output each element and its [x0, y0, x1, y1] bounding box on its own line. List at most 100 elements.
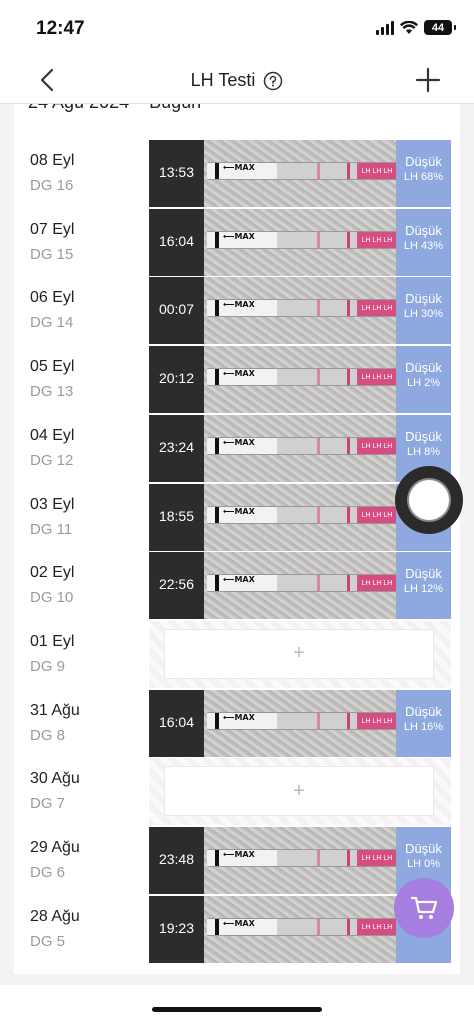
status-bar: 12:47 44: [0, 0, 474, 58]
control-line: [347, 575, 350, 592]
row-date: 01 Eyl: [30, 632, 75, 650]
control-line: [347, 712, 350, 729]
shop-button[interactable]: [394, 878, 454, 938]
lh-value: LH 12%: [403, 583, 444, 596]
result-badge: Düşük LH 68%: [396, 140, 451, 207]
row-cycle-day: DG 13: [30, 383, 74, 401]
row-cycle-day: DG 11: [30, 520, 73, 538]
test-row[interactable]: 03 Eyl DG 11 18:55 ⟵MAX LH LH LH: [14, 483, 460, 552]
result-label: Düşük: [405, 360, 442, 376]
test-line: [317, 575, 320, 592]
test-row[interactable]: 01 Eyl DG 9 +: [14, 620, 460, 689]
test-row[interactable]: 30 Ağu DG 7 +: [14, 758, 460, 826]
strip-lh-label: LH LH LH: [357, 300, 397, 317]
strip-max-label: ⟵MAX: [223, 231, 255, 241]
lh-test-strip: ⟵MAX LH LH LH: [207, 436, 397, 455]
row-cycle-day: DG 9: [30, 657, 66, 675]
row-date: 03 Eyl: [30, 495, 75, 513]
strip-max-label: ⟵MAX: [223, 850, 255, 859]
test-row[interactable]: 04 Eyl DG 12 23:24 ⟵MAX LH LH LH Düşük LH 8%: [14, 414, 460, 483]
result-label: Düşük: [405, 154, 442, 169]
app-header: LH Testi: [0, 58, 474, 104]
help-circle-icon[interactable]: [263, 71, 283, 91]
test-line: [317, 437, 320, 454]
home-indicator[interactable]: [152, 1007, 322, 1012]
lh-test-strip: ⟵MAX LH LH LH: [207, 230, 397, 249]
control-line: [347, 506, 350, 523]
test-strip-photo[interactable]: 23:24 ⟵MAX LH LH LH Düşük LH 8%: [149, 414, 451, 482]
strip-handle: [215, 369, 219, 386]
page-title-wrap: LH Testi: [0, 70, 474, 91]
strip-lh-label: LH LH LH: [357, 231, 397, 248]
test-row[interactable]: 07 Eyl DG 15 16:04 ⟵MAX LH LH LH Düşük LH 43%: [14, 208, 460, 277]
status-icons: 44: [376, 20, 456, 35]
row-date: 04 Eyl: [30, 426, 75, 444]
control-line: [347, 300, 350, 317]
strip-lh-label: LH LH LH: [357, 918, 397, 935]
add-test-slot[interactable]: +: [164, 628, 434, 679]
status-time: 12:47: [36, 18, 85, 39]
control-line: [347, 231, 350, 248]
result-badge: Düşük LH 16%: [396, 689, 451, 757]
row-cycle-day: DG 8: [30, 726, 66, 744]
test-strip-photo[interactable]: 13:53 ⟵MAX LH LH LH Düşük LH 68%: [149, 140, 451, 207]
test-line: [317, 300, 320, 317]
test-history-list[interactable]: 24 Ağu 2024 – Bugün ⌃ 08 Eyl DG 16 13:53 ⟵M…: [14, 104, 460, 974]
row-date: 31 Ağu: [30, 701, 80, 719]
date-range-header[interactable]: 24 Ağu 2024 – Bugün ⌃: [28, 104, 230, 113]
test-line: [317, 369, 320, 386]
lh-value: LH 2%: [406, 377, 441, 390]
test-time: 18:55: [158, 507, 195, 524]
row-date: 28 Ağu: [30, 907, 80, 925]
row-cycle-day: DG 10: [30, 589, 74, 607]
bottom-safe-area: [0, 985, 474, 1024]
strip-lh-label: LH LH LH: [357, 850, 397, 866]
strip-lh-label: LH LH LH: [357, 712, 397, 729]
row-cycle-day: DG 15: [30, 245, 74, 263]
add-test-slot[interactable]: +: [164, 766, 434, 817]
lh-value: LH 68%: [403, 171, 444, 183]
test-line: [317, 850, 320, 866]
chevron-up-icon[interactable]: ⌃: [216, 104, 229, 112]
test-strip-photo[interactable]: 20:12 ⟵MAX LH LH LH Düşük LH 2%: [149, 346, 451, 414]
test-time: 23:48: [158, 851, 195, 867]
result-badge: Düşük LH 2%: [396, 346, 451, 414]
test-row[interactable]: 06 Eyl DG 14 00:07 ⟵MAX LH LH LH Düşük LH 30%: [14, 277, 460, 345]
test-time: 16:04: [158, 713, 195, 730]
strip-handle: [215, 231, 219, 248]
test-strip-photo[interactable]: 16:04 ⟵MAX LH LH LH Düşük LH 43%: [149, 208, 451, 276]
test-time: 16:04: [158, 232, 195, 249]
strip-handle: [215, 712, 219, 729]
plus-icon[interactable]: [414, 66, 442, 94]
cart-icon: [410, 896, 438, 919]
row-date: 29 Ağu: [30, 839, 80, 856]
row-cycle-day: DG 6: [30, 864, 66, 881]
test-strip-photo[interactable]: 22:56 ⟵MAX LH LH LH Düşük LH 12%: [149, 552, 451, 620]
strip-handle: [215, 575, 219, 592]
strip-max-label: ⟵MAX: [223, 918, 255, 928]
test-strip-photo[interactable]: 00:07 ⟵MAX LH LH LH Düşük LH 30%: [149, 277, 451, 345]
result-badge: Düşük LH 12%: [396, 552, 451, 620]
test-strip-photo[interactable]: 16:04 ⟵MAX LH LH LH Düşük LH 16%: [149, 689, 451, 757]
strip-max-label: ⟵MAX: [223, 300, 255, 310]
test-line: [317, 506, 320, 523]
test-time: 23:24: [158, 438, 195, 455]
test-row[interactable]: 29 Ağu DG 6 23:48 ⟵MAX LH LH LH Düşük LH 0%: [14, 827, 460, 895]
lh-test-strip: ⟵MAX LH LH LH: [207, 849, 397, 867]
test-row[interactable]: 08 Eyl DG 16 13:53 ⟵MAX LH LH LH Düşük LH 68%: [14, 140, 460, 208]
lh-test-strip: ⟵MAX LH LH LH: [207, 162, 397, 180]
signal-icon: [376, 20, 394, 35]
lh-test-strip: ⟵MAX LH LH LH: [207, 917, 397, 936]
test-row[interactable]: 02 Eyl DG 10 22:56 ⟵MAX LH LH LH Düşük LH 12%: [14, 552, 460, 620]
control-line: [347, 369, 350, 386]
test-line: [317, 712, 320, 729]
row-date: 08 Eyl: [30, 152, 75, 169]
test-row[interactable]: 31 Ağu DG 8 16:04 ⟵MAX LH LH LH Düşük LH 16%: [14, 689, 460, 758]
strip-handle: [215, 163, 219, 179]
test-row[interactable]: 05 Eyl DG 13 20:12 ⟵MAX LH LH LH Düşük LH 2%: [14, 346, 460, 414]
camera-capture-button[interactable]: [395, 466, 463, 534]
strip-lh-label: LH LH LH: [357, 506, 397, 523]
strip-lh-label: LH LH LH: [357, 369, 397, 386]
result-label: Düşük: [405, 566, 442, 582]
strip-lh-label: LH LH LH: [357, 163, 397, 179]
